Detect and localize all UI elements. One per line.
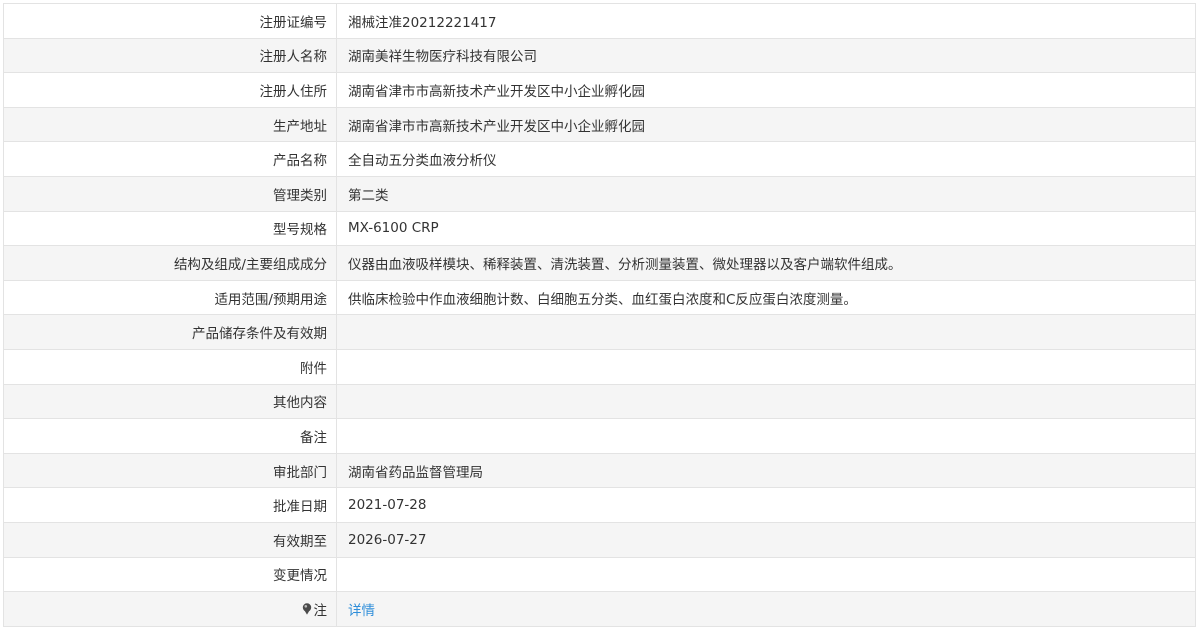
product-name-value: 全自动五分类血液分析仪 — [336, 141, 1196, 177]
model-specification-label: 型号规格 — [3, 210, 337, 247]
valid-until-label: 有效期至 — [3, 521, 337, 558]
note-value-cell: 详情 — [336, 591, 1196, 627]
row-remarks: 备注 — [3, 418, 1196, 454]
note-label-group: 注 — [302, 599, 328, 619]
details-link[interactable]: 详情 — [348, 603, 375, 619]
other-content-value — [336, 383, 1196, 420]
row-valid-until: 有效期至 2026-07-27 — [3, 521, 1196, 558]
row-registration-number: 注册证编号 湘械注准20212221417 — [3, 3, 1196, 39]
registration-record-table: 注册证编号 湘械注准20212221417 注册人名称 湖南美祥生物医疗科技有限… — [3, 3, 1196, 627]
row-model-specification: 型号规格 MX-6100 CRP — [3, 210, 1196, 247]
row-management-category: 管理类别 第二类 — [3, 175, 1196, 212]
change-history-label: 变更情况 — [3, 556, 337, 593]
product-name-label: 产品名称 — [3, 141, 337, 177]
pin-icon — [302, 603, 311, 615]
registrant-address-value: 湖南省津市市高新技术产业开发区中小企业孵化园 — [336, 72, 1196, 108]
intended-use-value: 供临床检验中作血液细胞计数、白细胞五分类、血红蛋白浓度和C反应蛋白浓度测量。 — [336, 279, 1196, 316]
note-label: 注 — [313, 602, 328, 619]
change-history-value — [336, 556, 1196, 593]
row-structure-composition: 结构及组成/主要组成成分 仪器由血液吸样模块、稀释装置、清洗装置、分析测量装置、… — [3, 245, 1196, 281]
management-category-label: 管理类别 — [3, 175, 337, 212]
model-specification-value: MX-6100 CRP — [336, 210, 1196, 247]
record-table-body: 注册证编号 湘械注准20212221417 注册人名称 湖南美祥生物医疗科技有限… — [3, 3, 1196, 627]
other-content-label: 其他内容 — [3, 383, 337, 420]
storage-validity-label: 产品储存条件及有效期 — [3, 314, 337, 350]
row-intended-use: 适用范围/预期用途 供临床检验中作血液细胞计数、白细胞五分类、血红蛋白浓度和C反… — [3, 279, 1196, 316]
row-approval-department: 审批部门 湖南省药品监督管理局 — [3, 452, 1196, 489]
row-storage-validity: 产品储存条件及有效期 — [3, 314, 1196, 350]
attachment-value — [336, 348, 1196, 385]
approval-department-value: 湖南省药品监督管理局 — [336, 452, 1196, 489]
remarks-value — [336, 418, 1196, 454]
row-approval-date: 批准日期 2021-07-28 — [3, 487, 1196, 523]
registrant-address-label: 注册人住所 — [3, 72, 337, 108]
row-note: 注 详情 — [3, 591, 1196, 627]
row-other-content: 其他内容 — [3, 383, 1196, 420]
row-registrant-name: 注册人名称 湖南美祥生物医疗科技有限公司 — [3, 37, 1196, 74]
production-address-label: 生产地址 — [3, 106, 337, 143]
registrant-name-value: 湖南美祥生物医疗科技有限公司 — [336, 37, 1196, 74]
remarks-label: 备注 — [3, 418, 337, 454]
registration-number-value: 湘械注准20212221417 — [336, 3, 1196, 39]
attachment-label: 附件 — [3, 348, 337, 385]
valid-until-value: 2026-07-27 — [336, 521, 1196, 558]
approval-department-label: 审批部门 — [3, 452, 337, 489]
intended-use-label: 适用范围/预期用途 — [3, 279, 337, 316]
row-product-name: 产品名称 全自动五分类血液分析仪 — [3, 141, 1196, 177]
management-category-value: 第二类 — [336, 175, 1196, 212]
approval-date-value: 2021-07-28 — [336, 487, 1196, 523]
structure-composition-value: 仪器由血液吸样模块、稀释装置、清洗装置、分析测量装置、微处理器以及客户端软件组成… — [336, 245, 1196, 281]
row-production-address: 生产地址 湖南省津市市高新技术产业开发区中小企业孵化园 — [3, 106, 1196, 143]
registration-number-label: 注册证编号 — [3, 3, 337, 39]
storage-validity-value — [336, 314, 1196, 350]
row-attachment: 附件 — [3, 348, 1196, 385]
row-registrant-address: 注册人住所 湖南省津市市高新技术产业开发区中小企业孵化园 — [3, 72, 1196, 108]
note-label-cell: 注 — [3, 591, 337, 627]
approval-date-label: 批准日期 — [3, 487, 337, 523]
production-address-value: 湖南省津市市高新技术产业开发区中小企业孵化园 — [336, 106, 1196, 143]
row-change-history: 变更情况 — [3, 556, 1196, 593]
registrant-name-label: 注册人名称 — [3, 37, 337, 74]
structure-composition-label: 结构及组成/主要组成成分 — [3, 245, 337, 281]
